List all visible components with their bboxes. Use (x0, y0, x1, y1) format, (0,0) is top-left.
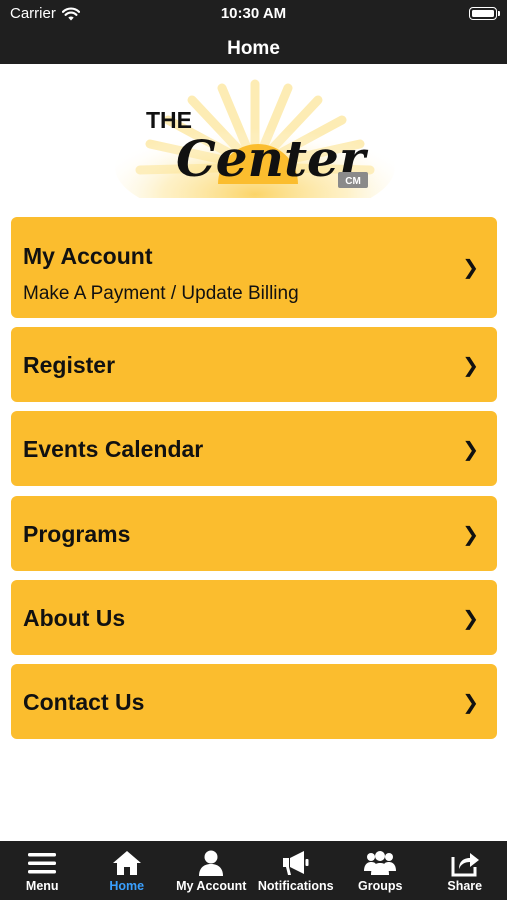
status-bar: Carrier 10:30 AM (0, 0, 507, 28)
menu-item-register[interactable]: Register ❯ (11, 327, 497, 402)
chevron-right-icon: ❯ (462, 608, 479, 630)
menu-item-contact-us[interactable]: Contact Us ❯ (11, 664, 497, 739)
chevron-right-icon: ❯ (462, 692, 479, 714)
chevron-right-icon: ❯ (462, 439, 479, 461)
battery-icon (469, 7, 500, 20)
menu-item-subtitle: Make A Payment / Update Billing (23, 283, 299, 304)
menu-item-my-account[interactable]: My Account Make A Payment / Update Billi… (11, 217, 497, 318)
menu-item-events-calendar[interactable]: Events Calendar ❯ (11, 411, 497, 486)
tab-label: Groups (358, 879, 403, 893)
chevron-right-icon: ❯ (462, 257, 479, 279)
tab-share[interactable]: Share (423, 841, 507, 900)
page-title: Home (227, 38, 280, 59)
tab-label: My Account (176, 879, 247, 893)
tab-label: Menu (25, 879, 59, 893)
megaphone-icon (282, 851, 309, 875)
menu-item-label: Contact Us (23, 689, 145, 715)
tab-notifications[interactable]: Notifications (254, 841, 339, 900)
menu-item-label: About Us (23, 605, 126, 631)
status-time: 10:30 AM (220, 5, 287, 22)
menu-item-programs[interactable]: Programs ❯ (11, 496, 497, 571)
tab-label: Share (447, 879, 483, 893)
menu-item-label: Events Calendar (23, 436, 204, 462)
tab-my-account[interactable]: My Account (169, 841, 254, 900)
menu-item-label: Programs (23, 521, 131, 547)
group-icon (364, 851, 397, 875)
tab-home[interactable]: Home (85, 841, 170, 900)
tab-groups[interactable]: Groups (338, 841, 423, 900)
home-icon (112, 851, 141, 875)
tab-bar: Menu Home My Account Notifications Group… (0, 841, 507, 900)
the-center-logo: THE Center CM (115, 79, 395, 198)
tab-menu[interactable]: Menu (0, 841, 85, 900)
person-icon (199, 850, 224, 876)
hamburger-icon (28, 853, 57, 874)
menu-item-label: My Account (23, 243, 153, 269)
chevron-right-icon: ❯ (462, 524, 479, 546)
chevron-right-icon: ❯ (462, 355, 479, 377)
menu-item-about-us[interactable]: About Us ❯ (11, 580, 497, 655)
tab-label: Home (109, 879, 145, 893)
logo-badge: CM (345, 176, 361, 187)
top-bar: Carrier 10:30 AM Home (0, 0, 507, 64)
menu-item-label: Register (23, 352, 116, 378)
share-icon (451, 853, 479, 877)
tab-label: Notifications (257, 879, 334, 893)
